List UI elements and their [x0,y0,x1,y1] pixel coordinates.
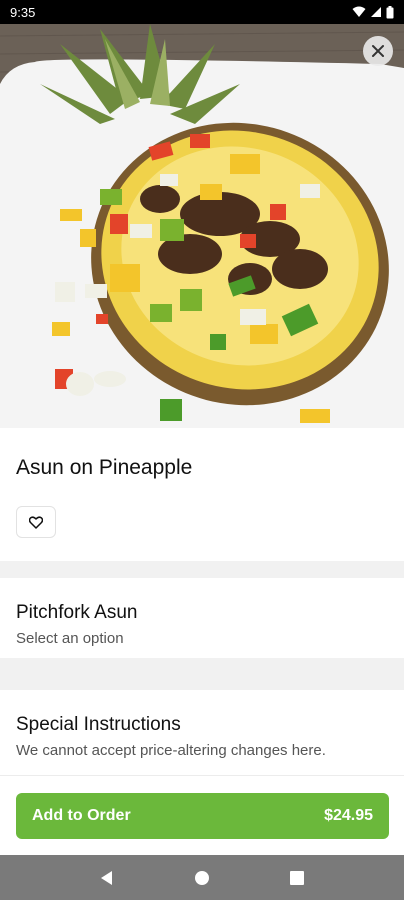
favorite-button[interactable] [16,506,56,538]
battery-icon [386,5,394,18]
item-header: Asun on Pineapple [0,428,404,561]
option-group-subtitle: Select an option [16,630,124,647]
nav-back-button[interactable] [92,863,122,893]
recents-square-icon [289,870,304,885]
nav-home-button[interactable] [187,863,217,893]
status-icons [352,5,394,19]
option-group-pitchfork-asun[interactable]: Pitchfork Asun Select an option [0,578,404,658]
back-triangle-icon [101,870,113,885]
add-to-order-button[interactable]: Add to Order $24.95 [16,793,389,839]
status-time: 9:35 [10,4,36,20]
nav-recents-button[interactable] [282,863,312,893]
option-group-title: Pitchfork Asun [16,602,138,623]
close-button[interactable] [363,36,393,66]
heart-icon [29,515,43,529]
order-bar: Add to Order $24.95 [0,775,404,855]
add-to-order-label: Add to Order [32,807,131,824]
status-bar: 9:35 [0,0,404,24]
signal-icon [371,7,381,17]
special-instructions-title: Special Instructions [16,714,181,735]
item-title: Asun on Pineapple [16,456,193,479]
home-circle-icon [194,870,209,885]
order-price: $24.95 [324,807,373,824]
system-nav-bar [0,855,404,900]
section-divider [0,561,404,578]
pineapple-dish-illustration [0,24,404,428]
close-icon [372,45,384,57]
section-divider [0,658,404,690]
item-hero-image [0,24,404,428]
special-instructions-note: We cannot accept price-altering changes … [16,742,326,759]
special-instructions-section[interactable]: Special Instructions We cannot accept pr… [0,690,404,775]
wifi-icon [352,6,366,17]
